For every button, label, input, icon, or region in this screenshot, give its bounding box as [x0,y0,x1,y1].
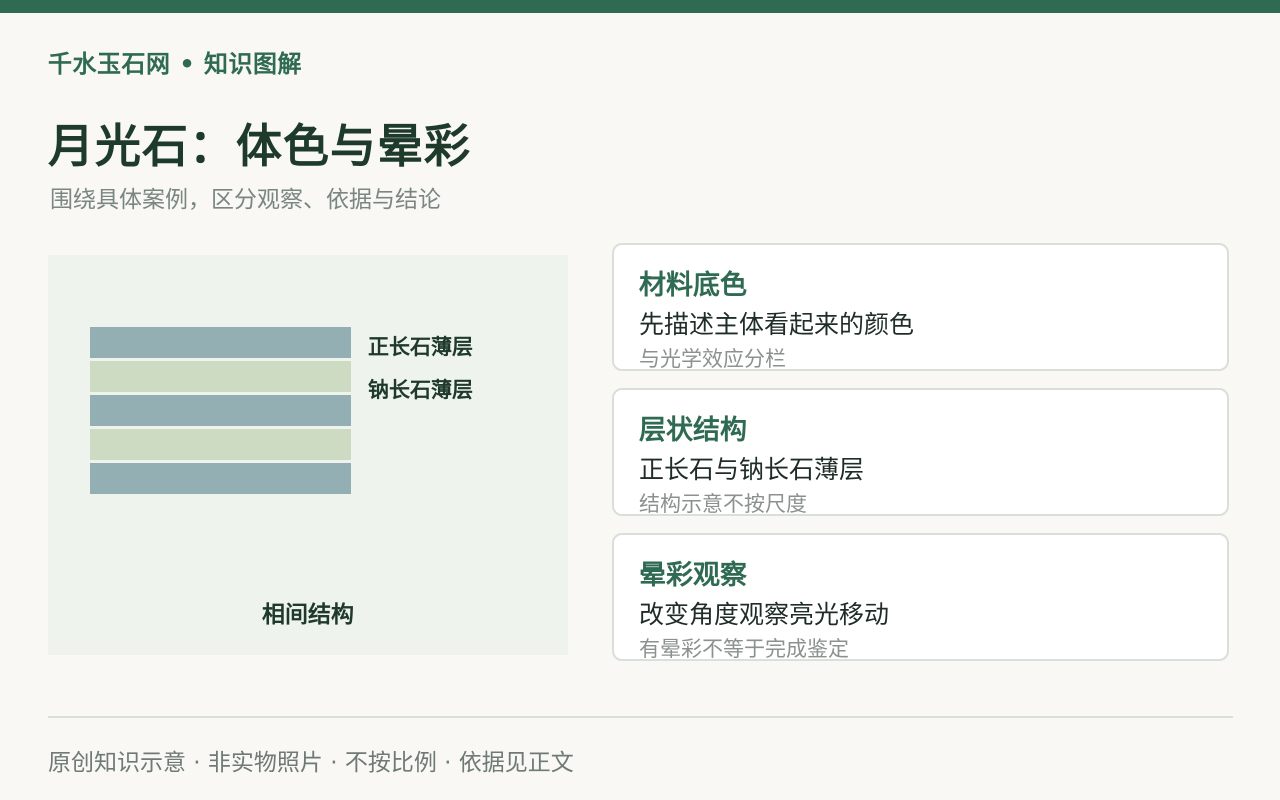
page-subtitle: 围绕具体案例，区分观察、依据与结论 [50,187,441,213]
site-brand[interactable]: 千水玉石网 • 知识图解 [48,44,302,79]
albite-layer [90,361,351,392]
diagram-caption: 相间结构 [262,602,354,628]
card-title: 晕彩观察 [639,560,747,591]
card-main-text: 正长石与钠长石薄层 [639,455,865,484]
footer-note: 原创知识示意 · 非实物照片 · 不按比例 · 依据见正文 [48,750,574,776]
card-note: 结构示意不按尺度 [639,492,807,516]
page-title: 月光石：体色与晕彩 [48,119,471,173]
top-accent-bar [0,0,1280,13]
card-note: 有晕彩不等于完成鉴定 [639,637,849,661]
orthoclase-layer [90,327,351,358]
card-title: 层状结构 [639,415,747,446]
card-adularescence: 晕彩观察 改变角度观察亮光移动 有晕彩不等于完成鉴定 [612,533,1229,661]
card-main-text: 先描述主体看起来的颜色 [639,310,915,339]
card-note: 与光学效应分栏 [639,347,786,371]
card-main-text: 改变角度观察亮光移动 [639,600,890,629]
card-layer-structure: 层状结构 正长石与钠长石薄层 结构示意不按尺度 [612,388,1229,516]
orthoclase-layer [90,463,351,494]
orthoclase-layer [90,395,351,426]
card-title: 材料底色 [639,270,747,301]
card-base-color: 材料底色 先描述主体看起来的颜色 与光学效应分栏 [612,243,1229,371]
albite-layer [90,429,351,460]
layer-structure-diagram: 正长石薄层 钠长石薄层 相间结构 [48,255,568,655]
albite-label: 钠长石薄层 [368,378,473,402]
orthoclase-label: 正长石薄层 [368,335,473,359]
footer-divider [48,716,1233,718]
